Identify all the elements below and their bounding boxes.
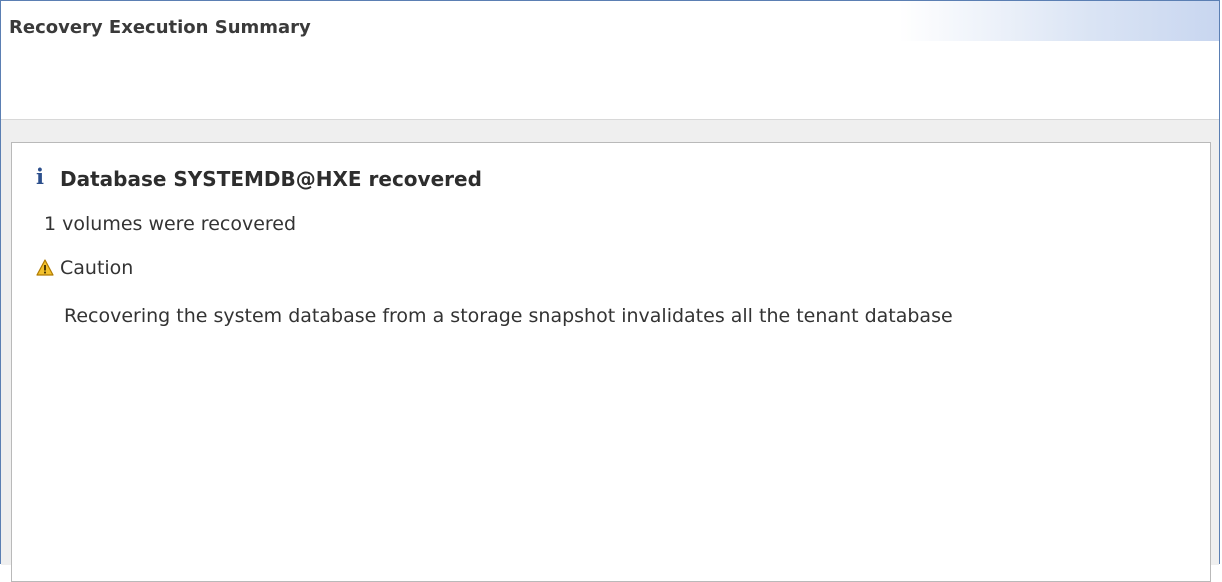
volumes-recovered-text: 1 volumes were recovered — [44, 213, 297, 235]
wizard-header: Recovery Execution Summary — [1, 1, 1219, 120]
header-banner-decoration — [899, 1, 1219, 41]
page-title: Recovery Execution Summary — [9, 17, 311, 38]
recovery-result-title: Database SYSTEMDB@HXE recovered — [60, 167, 482, 191]
wizard-body: i Database SYSTEMDB@HXE recovered 1 volu… — [1, 120, 1219, 582]
summary-panel[interactable]: i Database SYSTEMDB@HXE recovered 1 volu… — [11, 142, 1211, 582]
warning-triangle-icon — [36, 259, 54, 277]
info-icon: i — [36, 164, 44, 189]
caution-description: Recovering the system database from a st… — [64, 305, 953, 327]
caution-label: Caution — [60, 257, 134, 279]
recovery-summary-window: Recovery Execution Summary i Database SY… — [0, 0, 1220, 582]
